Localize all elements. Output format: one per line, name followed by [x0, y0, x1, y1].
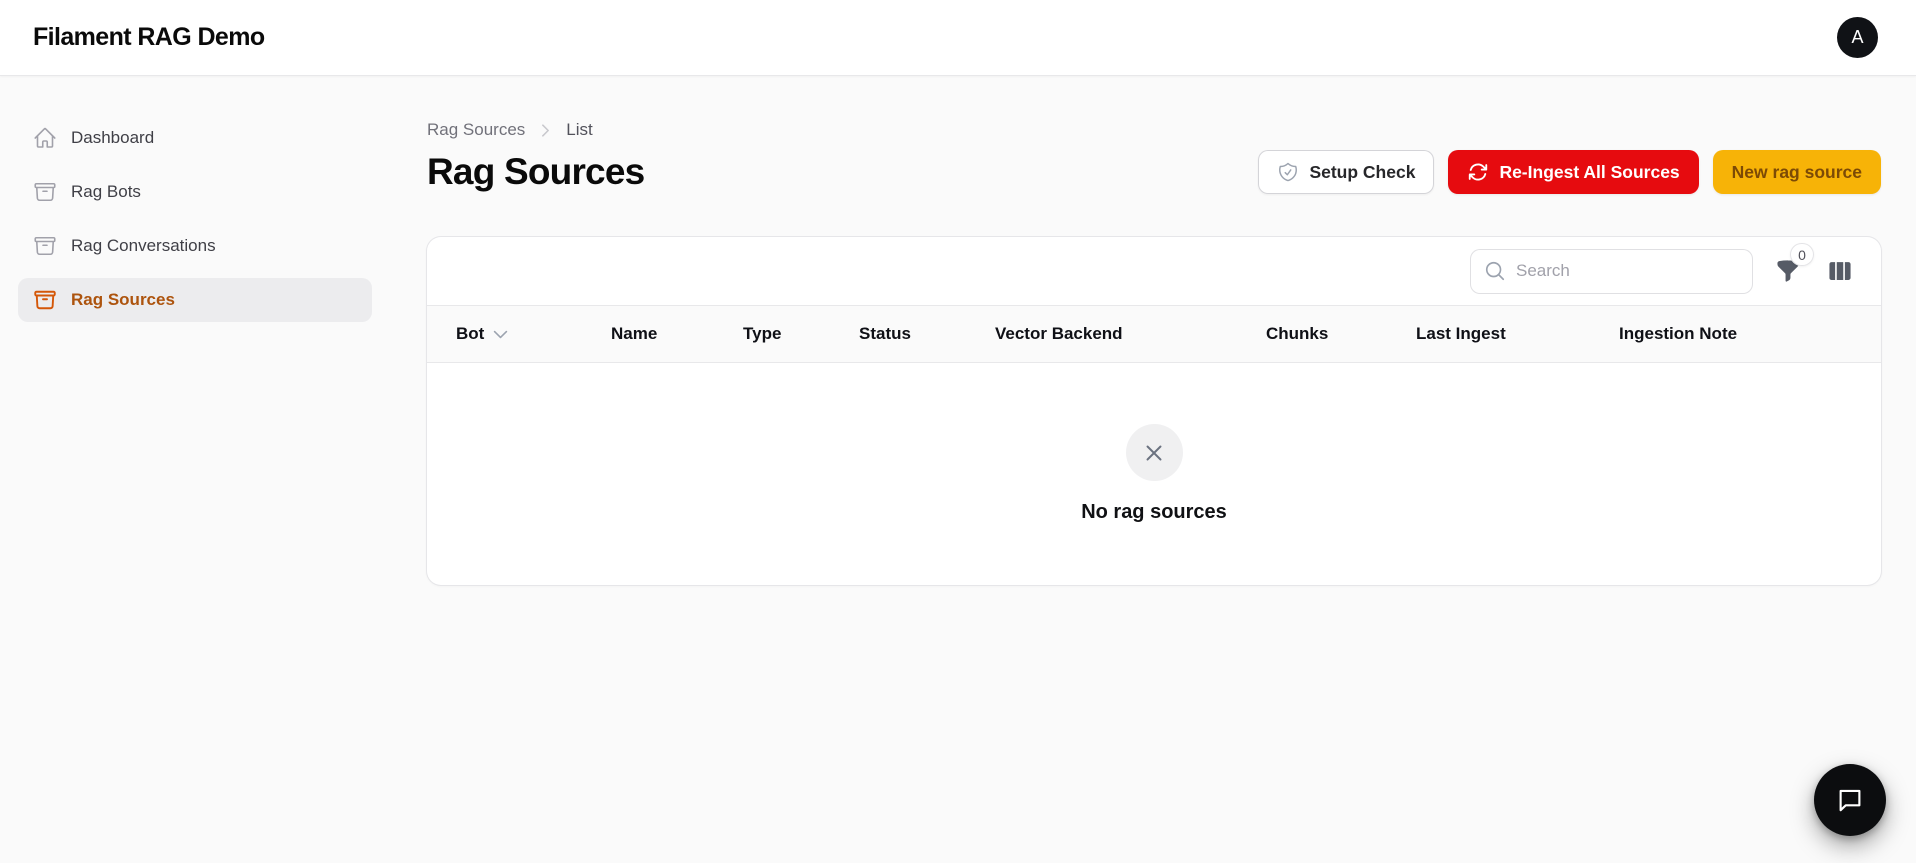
home-icon — [33, 126, 57, 150]
empty-state-heading: No rag sources — [1081, 501, 1227, 523]
search-icon — [1484, 260, 1506, 282]
archive-box-icon — [33, 234, 57, 258]
sidebar-item-label: Dashboard — [71, 128, 155, 147]
toggle-columns-button[interactable] — [1823, 254, 1857, 288]
table-empty-state: No rag sources — [427, 363, 1881, 585]
sidebar-item-dashboard[interactable]: Dashboard — [18, 116, 372, 160]
column-header-name[interactable]: Name — [611, 306, 657, 362]
new-rag-source-button[interactable]: New rag source — [1712, 150, 1881, 194]
breadcrumb: Rag Sources List — [427, 120, 1881, 140]
table-header-row: Bot Name Type Status Vector Backend Chun… — [427, 306, 1881, 362]
column-header-type[interactable]: Type — [743, 306, 781, 362]
user-avatar[interactable]: A — [1837, 17, 1878, 58]
setup-check-button[interactable]: Setup Check — [1258, 150, 1435, 194]
filter-button[interactable]: 0 — [1771, 243, 1814, 288]
x-mark-icon — [1141, 440, 1167, 466]
chat-bubble-icon — [1835, 785, 1865, 815]
refresh-icon — [1467, 161, 1489, 183]
sidebar-nav: Dashboard Rag Bots Rag Conversations Rag… — [18, 116, 372, 322]
sidebar-item-rag-sources[interactable]: Rag Sources — [18, 278, 372, 322]
shield-check-icon — [1277, 161, 1299, 183]
columns-icon — [1827, 258, 1853, 284]
sidebar-item-label: Rag Sources — [71, 290, 175, 309]
filter-count-badge: 0 — [1790, 243, 1814, 266]
breadcrumb-parent-link[interactable]: Rag Sources — [427, 120, 525, 140]
setup-check-label: Setup Check — [1309, 161, 1416, 182]
search-box — [1470, 248, 1753, 294]
reingest-all-sources-label: Re-Ingest All Sources — [1499, 161, 1680, 182]
breadcrumb-current: List — [566, 120, 593, 139]
column-header-bot[interactable]: Bot — [456, 306, 510, 362]
archive-box-icon — [33, 180, 57, 204]
main-content: Rag Sources List Rag Sources Setup Check — [390, 76, 1916, 863]
page-actions: Setup Check Re-Ingest All Sources New ra… — [1258, 150, 1881, 194]
sidebar: Dashboard Rag Bots Rag Conversations Rag… — [0, 76, 390, 863]
column-header-vector-backend[interactable]: Vector Backend — [995, 306, 1123, 362]
new-rag-source-label: New rag source — [1731, 161, 1862, 182]
chevron-down-icon — [491, 325, 510, 344]
reingest-all-sources-button[interactable]: Re-Ingest All Sources — [1448, 150, 1699, 194]
table-toolbar: 0 — [427, 237, 1881, 305]
column-header-chunks[interactable]: Chunks — [1266, 306, 1328, 362]
topbar: Filament RAG Demo A — [0, 0, 1916, 76]
empty-state-icon-circle — [1125, 424, 1183, 481]
page-title: Rag Sources — [427, 151, 645, 192]
sidebar-item-label: Rag Conversations — [71, 236, 216, 255]
search-input[interactable] — [1516, 261, 1739, 281]
column-header-status[interactable]: Status — [859, 306, 911, 362]
column-header-ingestion-note[interactable]: Ingestion Note — [1619, 306, 1737, 362]
rag-sources-table-card: 0 Bot Name Type Status — [427, 237, 1881, 585]
sidebar-item-label: Rag Bots — [71, 182, 141, 201]
app-brand: Filament RAG Demo — [33, 23, 265, 51]
column-header-last-ingest[interactable]: Last Ingest — [1416, 306, 1506, 362]
chevron-right-icon — [537, 122, 554, 139]
sidebar-item-rag-bots[interactable]: Rag Bots — [18, 170, 372, 214]
chat-fab-button[interactable] — [1814, 764, 1886, 836]
archive-box-icon — [33, 288, 57, 312]
sidebar-item-rag-conversations[interactable]: Rag Conversations — [18, 224, 372, 268]
